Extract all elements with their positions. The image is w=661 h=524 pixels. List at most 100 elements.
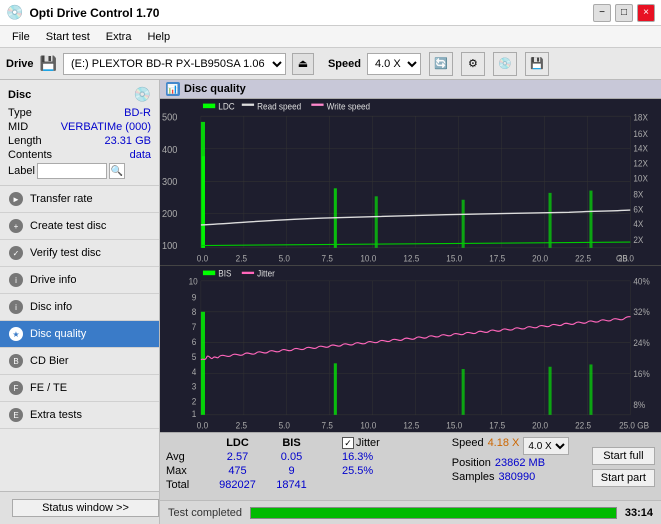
total-label: Total bbox=[166, 479, 206, 491]
svg-text:10.0: 10.0 bbox=[360, 253, 376, 264]
svg-text:12X: 12X bbox=[633, 158, 648, 169]
refresh-button[interactable]: 🔄 bbox=[429, 52, 453, 76]
nav-item-transfer-rate[interactable]: ► Transfer rate bbox=[0, 186, 159, 213]
svg-text:17.5: 17.5 bbox=[489, 420, 505, 431]
right-stats: Speed 4.18 X 4.0 X Position 23862 MB Sam… bbox=[446, 433, 586, 500]
status-window-button[interactable]: Status window >> bbox=[12, 499, 159, 517]
status-time: 33:14 bbox=[625, 507, 653, 519]
disc-length-value: 23.31 GB bbox=[105, 135, 151, 147]
svg-text:Read speed: Read speed bbox=[257, 101, 301, 112]
disc-button[interactable]: 💿 bbox=[493, 52, 517, 76]
svg-text:25.0 GB: 25.0 GB bbox=[619, 420, 649, 431]
menu-help[interactable]: Help bbox=[139, 30, 178, 44]
nav-label-cd-bier: CD Bier bbox=[30, 355, 69, 367]
disc-type-value: BD-R bbox=[124, 107, 151, 119]
svg-text:0.0: 0.0 bbox=[197, 253, 209, 264]
svg-text:18X: 18X bbox=[633, 112, 648, 123]
disc-contents-label: Contents bbox=[8, 149, 52, 161]
svg-text:16%: 16% bbox=[633, 369, 650, 380]
svg-text:6X: 6X bbox=[633, 204, 643, 215]
menu-file[interactable]: File bbox=[4, 30, 38, 44]
nav-label-extra-tests: Extra tests bbox=[30, 409, 82, 421]
samples-row: Samples 380990 bbox=[452, 471, 580, 483]
menu-start-test[interactable]: Start test bbox=[38, 30, 98, 44]
chart-panel: 📊 Disc quality bbox=[160, 80, 661, 524]
max-ldc: 475 bbox=[210, 465, 265, 477]
svg-text:12.5: 12.5 bbox=[403, 253, 419, 264]
svg-text:LDC: LDC bbox=[218, 101, 234, 112]
nav-item-disc-quality[interactable]: ★ Disc quality bbox=[0, 321, 159, 348]
nav-item-fe-te[interactable]: F FE / TE bbox=[0, 375, 159, 402]
disc-info-panel: Disc 💿 Type BD-R MID VERBATIMe (000) Len… bbox=[0, 80, 159, 186]
save-button[interactable]: 💾 bbox=[525, 52, 549, 76]
disc-contents-row: Contents data bbox=[8, 149, 151, 161]
stats-ldc-header: LDC bbox=[210, 437, 265, 449]
svg-text:300: 300 bbox=[162, 176, 178, 188]
nav-item-extra-tests[interactable]: E Extra tests bbox=[0, 402, 159, 429]
disc-contents-value: data bbox=[130, 149, 151, 161]
svg-text:7: 7 bbox=[192, 322, 197, 333]
eject-button[interactable]: ⏏ bbox=[292, 53, 314, 75]
app-icon: 💿 bbox=[6, 4, 23, 21]
drive-select[interactable]: (E:) PLEXTOR BD-R PX-LB950SA 1.06 bbox=[63, 53, 286, 75]
nav-icon-disc-quality: ★ bbox=[8, 326, 24, 342]
svg-text:20.0: 20.0 bbox=[532, 420, 548, 431]
start-part-button[interactable]: Start part bbox=[592, 469, 655, 487]
nav-item-drive-info[interactable]: i Drive info bbox=[0, 267, 159, 294]
samples-value: 380990 bbox=[499, 471, 536, 483]
speed-label: Speed bbox=[328, 58, 361, 70]
svg-text:400: 400 bbox=[162, 144, 178, 156]
menu-extra[interactable]: Extra bbox=[98, 30, 140, 44]
speed-stat-value: 4.18 X bbox=[488, 437, 520, 455]
svg-text:32%: 32% bbox=[633, 307, 650, 318]
svg-text:5.0: 5.0 bbox=[279, 253, 291, 264]
nav-item-create-test-disc[interactable]: + Create test disc bbox=[0, 213, 159, 240]
svg-text:40%: 40% bbox=[633, 276, 650, 287]
nav-label-verify-test-disc: Verify test disc bbox=[30, 247, 101, 259]
stats-bis-header: BIS bbox=[269, 437, 314, 449]
avg-bis: 0.05 bbox=[269, 451, 314, 463]
total-bis: 18741 bbox=[269, 479, 314, 491]
svg-text:8X: 8X bbox=[633, 189, 643, 200]
svg-text:7.5: 7.5 bbox=[322, 253, 334, 264]
close-button[interactable]: × bbox=[637, 4, 655, 22]
max-label: Max bbox=[166, 465, 206, 477]
label-search-button[interactable]: 🔍 bbox=[109, 163, 125, 179]
start-full-button[interactable]: Start full bbox=[592, 447, 655, 465]
nav-label-disc-info: Disc info bbox=[30, 301, 72, 313]
disc-label-input[interactable] bbox=[37, 163, 107, 179]
svg-text:15.0: 15.0 bbox=[446, 420, 462, 431]
svg-text:500: 500 bbox=[162, 112, 178, 124]
nav-label-transfer-rate: Transfer rate bbox=[30, 193, 93, 205]
svg-text:BIS: BIS bbox=[218, 268, 231, 279]
nav-item-disc-info[interactable]: i Disc info bbox=[0, 294, 159, 321]
maximize-button[interactable]: □ bbox=[615, 4, 633, 22]
sidebar: Disc 💿 Type BD-R MID VERBATIMe (000) Len… bbox=[0, 80, 160, 524]
svg-text:12.5: 12.5 bbox=[403, 420, 419, 431]
stats-empty bbox=[166, 437, 206, 449]
svg-text:3: 3 bbox=[192, 381, 197, 392]
avg-ldc: 2.57 bbox=[210, 451, 265, 463]
nav-item-verify-test-disc[interactable]: ✓ Verify test disc bbox=[0, 240, 159, 267]
position-label: Position bbox=[452, 457, 491, 469]
drivebar: Drive 💾 (E:) PLEXTOR BD-R PX-LB950SA 1.0… bbox=[0, 48, 661, 80]
settings-button[interactable]: ⚙ bbox=[461, 52, 485, 76]
svg-text:4: 4 bbox=[192, 366, 197, 377]
speed-select[interactable]: 4.0 X bbox=[367, 53, 421, 75]
speed-stat-select[interactable]: 4.0 X bbox=[523, 437, 569, 455]
svg-text:8%: 8% bbox=[633, 400, 645, 411]
nav-icon-drive-info: i bbox=[8, 272, 24, 288]
spacer2 bbox=[318, 451, 338, 463]
stats-area: LDC BIS ✓ Jitter Avg 2.57 0.05 16.3% Max bbox=[160, 432, 661, 500]
svg-text:2.5: 2.5 bbox=[236, 253, 248, 264]
minimize-button[interactable]: − bbox=[593, 4, 611, 22]
disc-mid-value: VERBATIMe (000) bbox=[61, 121, 151, 133]
total-ldc: 982027 bbox=[210, 479, 265, 491]
drive-icon: 💾 bbox=[40, 55, 57, 72]
svg-text:0.0: 0.0 bbox=[197, 420, 209, 431]
jitter-checkbox[interactable]: ✓ bbox=[342, 437, 354, 449]
nav-item-cd-bier[interactable]: B CD Bier bbox=[0, 348, 159, 375]
progress-bar-fill bbox=[251, 508, 616, 518]
nav-label-fe-te: FE / TE bbox=[30, 382, 67, 394]
avg-jitter: 16.3% bbox=[342, 451, 412, 463]
